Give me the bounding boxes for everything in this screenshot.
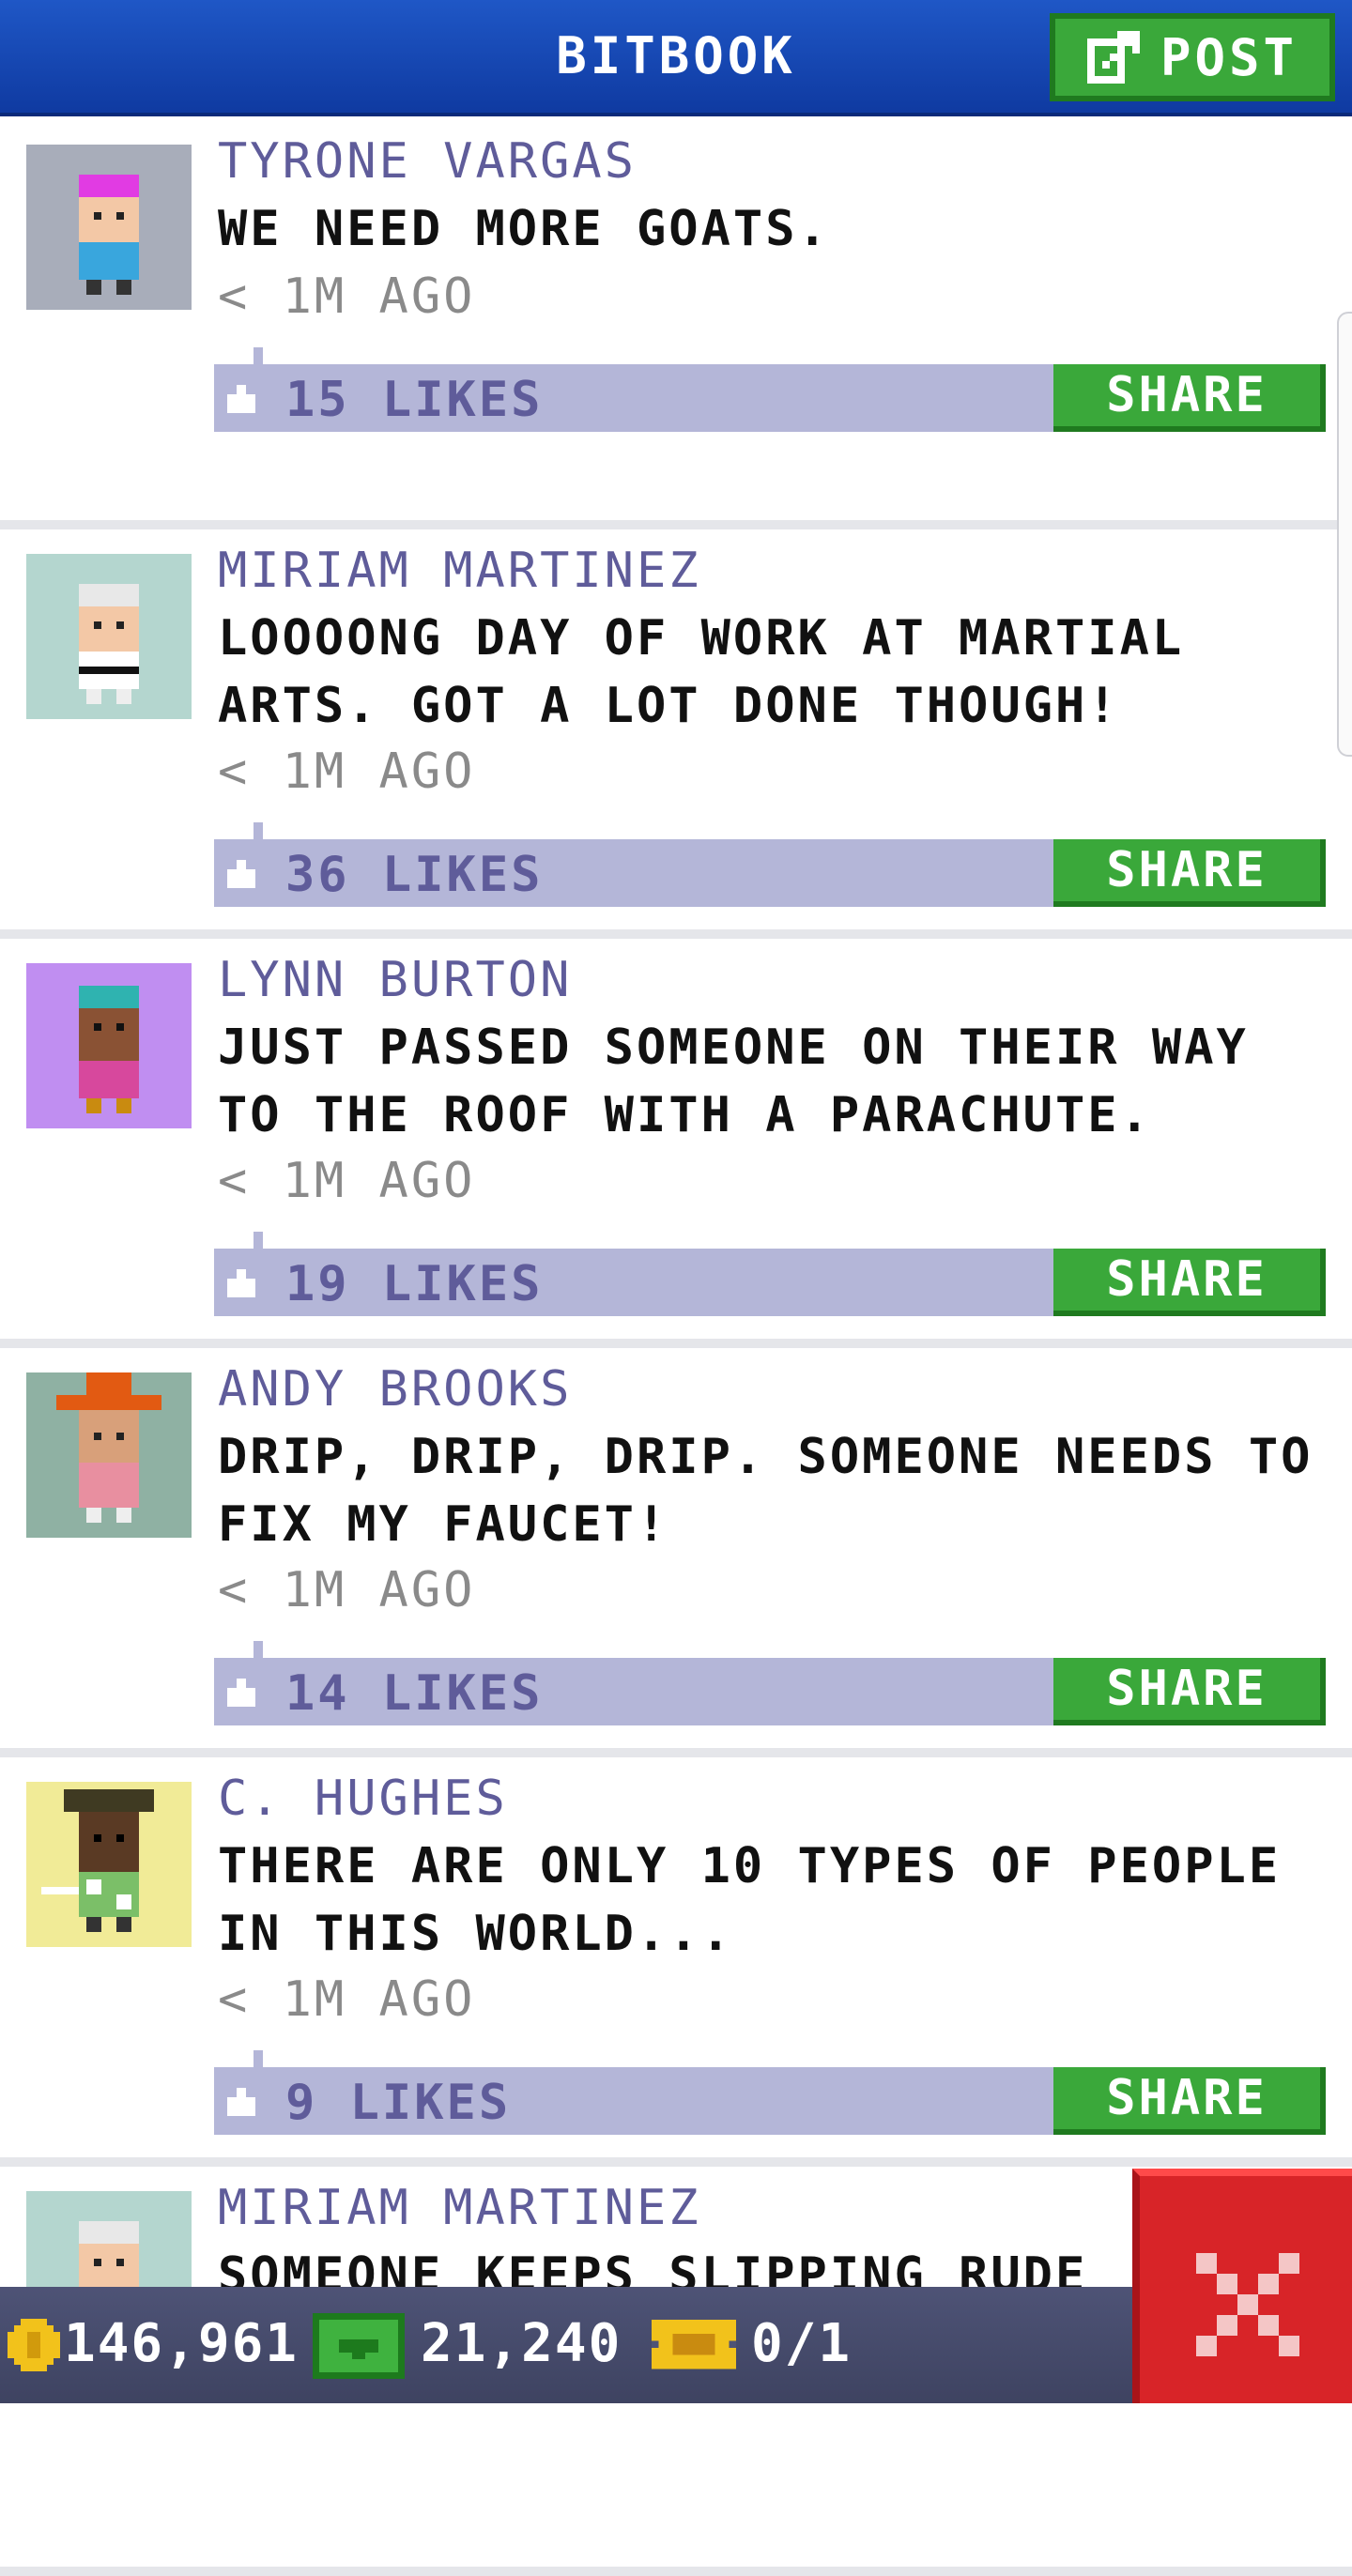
- coin-icon: [8, 2319, 60, 2371]
- post-author[interactable]: TYRONE VARGAS: [218, 133, 637, 190]
- app-header: BITBOOK POST: [0, 0, 1352, 116]
- post-timestamp: < 1M AGO: [218, 1153, 476, 1209]
- thumbs-up-icon: [227, 385, 255, 413]
- like-bar[interactable]: 36 LIKES SHARE: [214, 822, 1326, 907]
- like-count: 9 LIKES: [285, 2075, 512, 2131]
- share-button[interactable]: SHARE: [1053, 839, 1326, 907]
- scrollbar[interactable]: [1337, 312, 1352, 757]
- avatar: [26, 145, 192, 310]
- post-author[interactable]: LYNN BURTON: [218, 952, 572, 1008]
- bux-count: 21,240: [421, 2313, 622, 2374]
- thumbs-up-icon: [227, 1679, 255, 1707]
- thumbs-up-icon: [227, 2088, 255, 2116]
- post-author[interactable]: C. HUGHES: [218, 1771, 508, 1827]
- post-button-label: POST: [1160, 27, 1298, 87]
- like-count: 19 LIKES: [285, 1256, 544, 1312]
- like-count: 14 LIKES: [285, 1665, 544, 1722]
- golden-ticket-icon: [652, 2319, 736, 2369]
- avatar: [26, 554, 192, 719]
- post-message: DRIP, DRIP, DRIP. SOMEONE NEEDS TO FIX M…: [218, 1429, 1314, 1553]
- post-author[interactable]: MIRIAM MARTINEZ: [218, 543, 701, 599]
- post-author[interactable]: ANDY BROOKS: [218, 1361, 572, 1418]
- post-timestamp: < 1M AGO: [218, 1971, 476, 2028]
- like-count: 36 LIKES: [285, 847, 544, 903]
- feed-post: ANDY BROOKS DRIP, DRIP, DRIP. SOMEONE NE…: [0, 1348, 1352, 1757]
- avatar: [26, 1372, 192, 1538]
- post-message: LOOOONG DAY OF WORK AT MARTIAL ARTS. GOT…: [218, 610, 1185, 734]
- feed-post: C. HUGHES THERE ARE ONLY 10 TYPES OF PEO…: [0, 1757, 1352, 2167]
- share-button[interactable]: SHARE: [1053, 2067, 1326, 2135]
- feed-post: LYNN BURTON JUST PASSED SOMEONE ON THEIR…: [0, 939, 1352, 1348]
- tickets-count: 0/1: [751, 2313, 853, 2374]
- feed-post: TYRONE VARGAS WE NEED MORE GOATS. < 1M A…: [0, 120, 1352, 529]
- post-message: JUST PASSED SOMEONE ON THEIR WAY TO THE …: [218, 1020, 1249, 1143]
- share-button[interactable]: SHARE: [1053, 364, 1326, 432]
- post-timestamp: < 1M AGO: [218, 744, 476, 800]
- post-author[interactable]: MIRIAM MARTINEZ: [218, 2180, 701, 2236]
- post-timestamp: < 1M AGO: [218, 268, 476, 325]
- share-button[interactable]: SHARE: [1053, 1249, 1326, 1316]
- post-timestamp: < 1M AGO: [218, 1562, 476, 1618]
- post-message: THERE ARE ONLY 10 TYPES OF PEOPLE IN THI…: [218, 1838, 1282, 1962]
- compose-icon: [1086, 31, 1140, 84]
- thumbs-up-icon: [227, 1269, 255, 1297]
- bux-icon: [313, 2313, 405, 2379]
- like-bar[interactable]: 14 LIKES SHARE: [214, 1641, 1326, 1725]
- post-button[interactable]: POST: [1050, 13, 1335, 101]
- like-count: 15 LIKES: [285, 372, 544, 428]
- like-bar[interactable]: 15 LIKES SHARE: [214, 347, 1326, 432]
- post-message: WE NEED MORE GOATS.: [218, 201, 830, 257]
- thumbs-up-icon: [227, 860, 255, 888]
- avatar: [26, 963, 192, 1128]
- coins-count: 146,961: [64, 2313, 300, 2374]
- avatar: [26, 1782, 192, 1947]
- close-button[interactable]: [1132, 2169, 1352, 2403]
- like-bar[interactable]: 9 LIKES SHARE: [214, 2050, 1326, 2135]
- share-button[interactable]: SHARE: [1053, 1658, 1326, 1725]
- feed-post: MIRIAM MARTINEZ LOOOONG DAY OF WORK AT M…: [0, 529, 1352, 939]
- close-icon: [1196, 2253, 1299, 2356]
- like-bar[interactable]: 19 LIKES SHARE: [214, 1232, 1326, 1316]
